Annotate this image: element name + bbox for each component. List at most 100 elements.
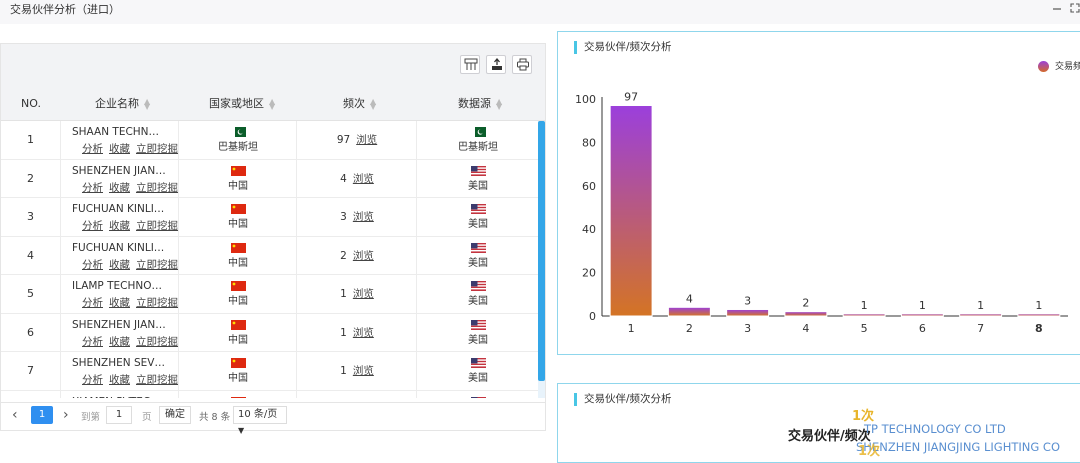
company-name[interactable]: FUCHUAN KINLIGHT CO — [72, 242, 167, 254]
sort-icon[interactable]: ▲ ▼ — [496, 98, 502, 111]
table-row: 5 ILAMP TECHNOLOGY CO LTD 分析收藏立即挖掘 中国 1 浏览美国 — [1, 275, 538, 314]
browse-link[interactable]: 浏览 — [353, 211, 374, 223]
company-name[interactable]: SHENZHEN SEVEN CO — [72, 357, 167, 369]
mine-link[interactable]: 立即挖掘 — [136, 182, 178, 194]
company-cell: FUCHUAN KINLIGHT CO 分析收藏立即挖掘 — [62, 198, 179, 236]
favorite-link[interactable]: 收藏 — [109, 220, 130, 232]
country-label: 中国 — [228, 219, 248, 230]
bar-6[interactable] — [900, 313, 944, 317]
country-label: 中国 — [228, 296, 248, 307]
goto-page-input[interactable]: 1 — [106, 406, 132, 424]
company-name[interactable]: XIAMEN PVTECH CO — [72, 396, 167, 399]
usa-flag-icon — [470, 358, 486, 368]
source-label: 美国 — [468, 257, 488, 269]
y-tick-label: 100 — [575, 93, 596, 106]
bar-1[interactable] — [609, 105, 653, 317]
sort-icon[interactable]: ▲ ▼ — [370, 98, 376, 111]
frequency-cell: 4 浏览 — [298, 159, 417, 198]
company-name[interactable]: ILAMP TECHNOLOGY CO LTD — [72, 280, 167, 292]
source-cell: 美国 — [418, 275, 538, 313]
current-page-button[interactable]: 1 — [31, 406, 53, 424]
header-no: NO. — [21, 97, 41, 110]
favorite-link[interactable]: 收藏 — [109, 297, 130, 309]
wordcloud-word[interactable]: 1次 — [858, 440, 880, 459]
x-tick-label: 1 — [628, 322, 635, 335]
print-icon[interactable] — [512, 55, 532, 74]
mine-link[interactable]: 立即挖掘 — [136, 336, 178, 348]
favorite-link[interactable]: 收藏 — [109, 374, 130, 386]
pakistan-flag-icon — [470, 127, 486, 137]
export-icon[interactable] — [486, 55, 506, 74]
row-number: 7 — [1, 352, 61, 390]
usa-flag-icon — [470, 281, 486, 291]
company-cell: SHENZHEN SEVEN CO 分析收藏立即挖掘 — [62, 352, 179, 390]
next-page-icon[interactable]: › — [63, 407, 69, 423]
browse-link[interactable]: 浏览 — [353, 173, 374, 185]
browse-link[interactable]: 浏览 — [353, 288, 374, 300]
browse-link[interactable]: 浏览 — [353, 327, 374, 339]
header-country[interactable]: 国家或地区 ▲ ▼ — [209, 86, 275, 121]
wordcloud-word[interactable]: SHENZHEN JIANGJING LIGHTING CO — [856, 440, 1060, 454]
company-name[interactable]: FUCHUAN KINLIGHT CO — [72, 203, 167, 215]
company-name[interactable]: SHAAN TECHNOLOGY CO LTD — [72, 126, 167, 138]
frequency-value: 97 — [336, 134, 351, 146]
country-cell: 中国 — [180, 275, 297, 313]
china-flag-icon — [230, 281, 246, 291]
x-tick-label: 6 — [919, 322, 926, 335]
company-name[interactable]: SHENZHEN JIANGJING CO — [72, 319, 167, 331]
sort-icon[interactable]: ▲ ▼ — [269, 98, 275, 111]
favorite-link[interactable]: 收藏 — [109, 143, 130, 155]
pakistan-flag-icon — [230, 127, 246, 137]
table-row: 6 SHENZHEN JIANGJING CO 分析收藏立即挖掘 中国 1 浏览美国 — [1, 313, 538, 352]
company-name[interactable]: SHENZHEN JIANGJING LIGHTING CO — [72, 165, 167, 177]
analyze-link[interactable]: 分析 — [82, 336, 103, 348]
company-cell: ILAMP TECHNOLOGY CO LTD 分析收藏立即挖掘 — [62, 275, 179, 313]
header-company[interactable]: 企业名称 ▲ ▼ — [95, 86, 150, 121]
x-tick-label: 8 — [1035, 322, 1043, 335]
columns-icon[interactable] — [460, 55, 480, 74]
source-label: 美国 — [468, 219, 488, 230]
bar-8[interactable] — [1017, 313, 1061, 317]
bar-4[interactable] — [784, 311, 828, 317]
country-cell: 中国 — [180, 390, 297, 398]
minimize-icon[interactable] — [1050, 2, 1064, 16]
source-cell: 美国 — [418, 160, 538, 198]
chevron-down-icon: ▼ — [238, 426, 245, 435]
mine-link[interactable]: 立即挖掘 — [136, 220, 178, 232]
header-source[interactable]: 数据源 ▲ ▼ — [458, 86, 502, 121]
china-flag-icon — [230, 165, 246, 176]
bar-3[interactable] — [726, 308, 770, 317]
mine-link[interactable]: 立即挖掘 — [136, 143, 178, 155]
mine-link[interactable]: 立即挖掘 — [136, 374, 178, 386]
bar-7[interactable] — [959, 313, 1003, 317]
mine-link[interactable]: 立即挖掘 — [136, 259, 178, 271]
bar-5[interactable] — [842, 313, 886, 317]
page-size-select[interactable]: 10 条/页 ▼ — [233, 406, 287, 435]
sort-icon[interactable]: ▲ ▼ — [144, 98, 150, 111]
analyze-link[interactable]: 分析 — [82, 297, 103, 309]
analyze-link[interactable]: 分析 — [82, 374, 103, 386]
mine-link[interactable]: 立即挖掘 — [136, 297, 178, 309]
favorite-link[interactable]: 收藏 — [109, 259, 130, 271]
browse-link[interactable]: 浏览 — [353, 250, 374, 262]
scrollbar-thumb[interactable] — [538, 121, 545, 381]
favorite-link[interactable]: 收藏 — [109, 336, 130, 348]
bar-2[interactable] — [667, 306, 711, 317]
maximize-icon[interactable] — [1068, 2, 1080, 16]
row-number: 8 — [1, 390, 61, 398]
row-number: 4 — [1, 236, 61, 275]
wordcloud-word[interactable]: TP TECHNOLOGY CO LTD — [864, 422, 1006, 436]
analyze-link[interactable]: 分析 — [82, 259, 103, 271]
analyze-link[interactable]: 分析 — [82, 182, 103, 194]
company-cell: SHENZHEN JIANGJING CO 分析收藏立即挖掘 — [62, 313, 179, 352]
confirm-button[interactable]: 确定 — [159, 406, 191, 424]
country-cell: 中国 — [180, 352, 297, 390]
header-freq[interactable]: 频次 ▲ ▼ — [343, 86, 376, 121]
analyze-link[interactable]: 分析 — [82, 220, 103, 232]
prev-page-icon[interactable]: ‹ — [12, 407, 18, 423]
browse-link[interactable]: 浏览 — [356, 134, 377, 146]
y-tick-label: 20 — [582, 267, 596, 280]
analyze-link[interactable]: 分析 — [82, 143, 103, 155]
favorite-link[interactable]: 收藏 — [109, 182, 130, 194]
browse-link[interactable]: 浏览 — [353, 365, 374, 377]
